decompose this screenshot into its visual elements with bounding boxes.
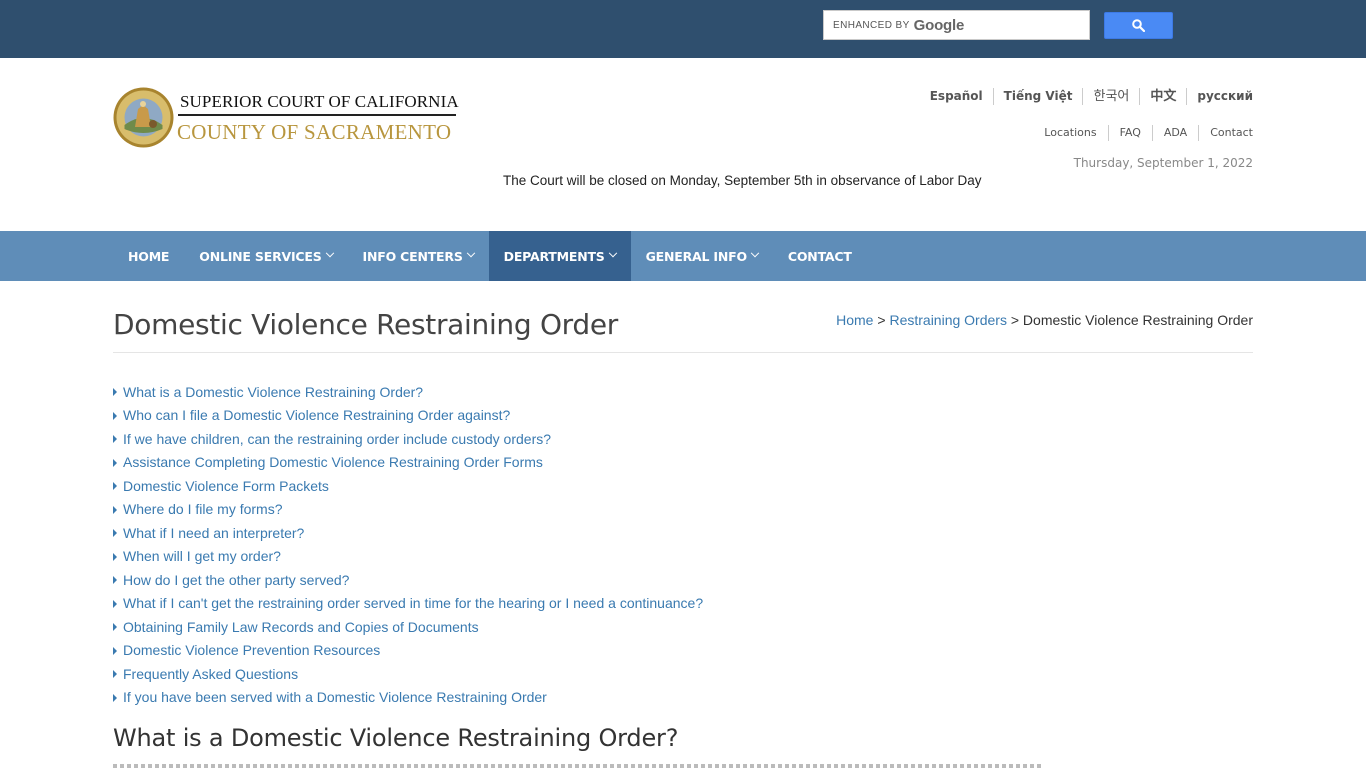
- nav-info-centers-label: INFO CENTERS: [362, 248, 463, 264]
- link-ada[interactable]: ADA: [1151, 125, 1198, 141]
- list-item: Domestic Violence Prevention Resources: [113, 639, 703, 663]
- breadcrumb: Home > Restraining Orders > Domestic Vio…: [836, 312, 1253, 328]
- toc-link[interactable]: When will I get my order?: [123, 548, 281, 564]
- breadcrumb-current: Domestic Violence Restraining Order: [1022, 312, 1253, 328]
- list-item: What is a Domestic Violence Restraining …: [113, 380, 703, 404]
- court-seal: [113, 87, 174, 148]
- toc-link[interactable]: How do I get the other party served?: [123, 572, 349, 588]
- page-title: Domestic Violence Restraining Order: [113, 308, 619, 341]
- list-item: If you have been served with a Domestic …: [113, 686, 703, 710]
- nav-online-services-label: ONLINE SERVICES: [199, 248, 322, 264]
- nav-general-info-label: GENERAL INFO: [645, 248, 747, 264]
- list-item: Domestic Violence Form Packets: [113, 474, 703, 498]
- search-field[interactable]: [824, 11, 1089, 39]
- cropped-text-line: [113, 764, 1043, 768]
- toc-link[interactable]: Who can I file a Domestic Violence Restr…: [123, 407, 510, 423]
- lang-chinese[interactable]: 中文: [1139, 88, 1186, 105]
- breadcrumb-separator: >: [1010, 312, 1020, 328]
- caret-right-icon: [113, 599, 117, 608]
- list-item: What if I need an interpreter?: [113, 521, 703, 545]
- caret-right-icon: [113, 458, 117, 467]
- toc-link[interactable]: If we have children, can the restraining…: [123, 431, 551, 447]
- main-nav: HOME ONLINE SERVICES INFO CENTERS DEPART…: [113, 231, 867, 281]
- list-item: Frequently Asked Questions: [113, 662, 703, 686]
- caret-right-icon: [113, 693, 117, 702]
- nav-online-services[interactable]: ONLINE SERVICES: [184, 231, 347, 281]
- logo-divider: [178, 114, 456, 116]
- nav-departments[interactable]: DEPARTMENTS: [488, 231, 631, 281]
- section-heading: What is a Domestic Violence Restraining …: [113, 724, 679, 752]
- caret-right-icon: [113, 623, 117, 632]
- caret-right-icon: [113, 646, 117, 655]
- list-item: Assistance Completing Domestic Violence …: [113, 451, 703, 475]
- toc-link[interactable]: What if I can't get the restraining orde…: [123, 595, 703, 611]
- toc-link[interactable]: What if I need an interpreter?: [123, 525, 304, 541]
- toc-link[interactable]: What is a Domestic Violence Restraining …: [123, 384, 423, 400]
- lang-vietnamese[interactable]: Tiếng Việt: [992, 88, 1083, 105]
- list-item: Obtaining Family Law Records and Copies …: [113, 615, 703, 639]
- chevron-down-icon: [325, 248, 334, 258]
- search-button[interactable]: [1104, 12, 1173, 39]
- site-logo[interactable]: SUPERIOR COURT OF CALIFORNIA COUNTY OF S…: [113, 87, 463, 151]
- closure-notice: The Court will be closed on Monday, Sept…: [503, 173, 982, 188]
- caret-right-icon: [113, 552, 117, 561]
- table-of-contents: What is a Domestic Violence Restraining …: [113, 380, 703, 709]
- toc-link[interactable]: Where do I file my forms?: [123, 501, 283, 517]
- breadcrumb-home[interactable]: Home: [836, 312, 873, 328]
- caret-right-icon: [113, 435, 117, 444]
- list-item: Who can I file a Domestic Violence Restr…: [113, 404, 703, 428]
- breadcrumb-restraining-orders[interactable]: Restraining Orders: [889, 312, 1007, 328]
- current-date: Thursday, September 1, 2022: [1073, 156, 1253, 170]
- search-icon: [1132, 19, 1145, 32]
- toc-link[interactable]: Obtaining Family Law Records and Copies …: [123, 619, 479, 635]
- caret-right-icon: [113, 670, 117, 679]
- chevron-down-icon: [608, 248, 617, 258]
- lang-korean[interactable]: 한국어: [1082, 88, 1139, 105]
- nav-home-label: HOME: [128, 248, 170, 264]
- caret-right-icon: [113, 505, 117, 514]
- section-body-text: [113, 762, 1253, 768]
- logo-title: SUPERIOR COURT OF CALIFORNIA: [180, 92, 459, 111]
- caret-right-icon: [113, 388, 117, 397]
- list-item: How do I get the other party served?: [113, 568, 703, 592]
- caret-right-icon: [113, 411, 117, 420]
- link-locations[interactable]: Locations: [1033, 125, 1107, 141]
- toc-link[interactable]: Frequently Asked Questions: [123, 666, 298, 682]
- main-nav-bar: HOME ONLINE SERVICES INFO CENTERS DEPART…: [0, 231, 1366, 281]
- link-contact[interactable]: Contact: [1198, 125, 1253, 141]
- lang-russian[interactable]: русский: [1186, 88, 1253, 105]
- toc-link[interactable]: Domestic Violence Form Packets: [123, 478, 329, 494]
- breadcrumb-separator: >: [877, 312, 886, 328]
- nav-info-centers[interactable]: INFO CENTERS: [348, 231, 489, 281]
- title-divider: [113, 352, 1253, 353]
- toc-link[interactable]: Domestic Violence Prevention Resources: [123, 642, 380, 658]
- list-item: When will I get my order?: [113, 545, 703, 569]
- nav-general-info[interactable]: GENERAL INFO: [631, 231, 773, 281]
- toc-link[interactable]: Assistance Completing Domestic Violence …: [123, 454, 543, 470]
- utility-links: Locations FAQ ADA Contact: [1033, 125, 1253, 141]
- toc-link[interactable]: If you have been served with a Domestic …: [123, 689, 547, 705]
- lang-spanish[interactable]: Español: [920, 88, 993, 105]
- nav-contact-label: CONTACT: [787, 248, 852, 264]
- caret-right-icon: [113, 529, 117, 538]
- caret-right-icon: [113, 482, 117, 491]
- nav-departments-label: DEPARTMENTS: [503, 248, 605, 264]
- nav-home[interactable]: HOME: [113, 231, 184, 281]
- logo-subtitle: COUNTY OF SACRAMENTO: [177, 120, 452, 144]
- link-faq[interactable]: FAQ: [1107, 125, 1152, 141]
- language-links: Español Tiếng Việt 한국어 中文 русский: [920, 88, 1253, 105]
- nav-contact[interactable]: CONTACT: [773, 231, 867, 281]
- list-item: Where do I file my forms?: [113, 498, 703, 522]
- top-bar: ENHANCED BY Google: [0, 0, 1366, 58]
- list-item: If we have children, can the restraining…: [113, 427, 703, 451]
- search-input[interactable]: ENHANCED BY Google: [823, 10, 1090, 40]
- chevron-down-icon: [466, 248, 475, 258]
- caret-right-icon: [113, 576, 117, 585]
- list-item: What if I can't get the restraining orde…: [113, 592, 703, 616]
- chevron-down-icon: [750, 248, 760, 258]
